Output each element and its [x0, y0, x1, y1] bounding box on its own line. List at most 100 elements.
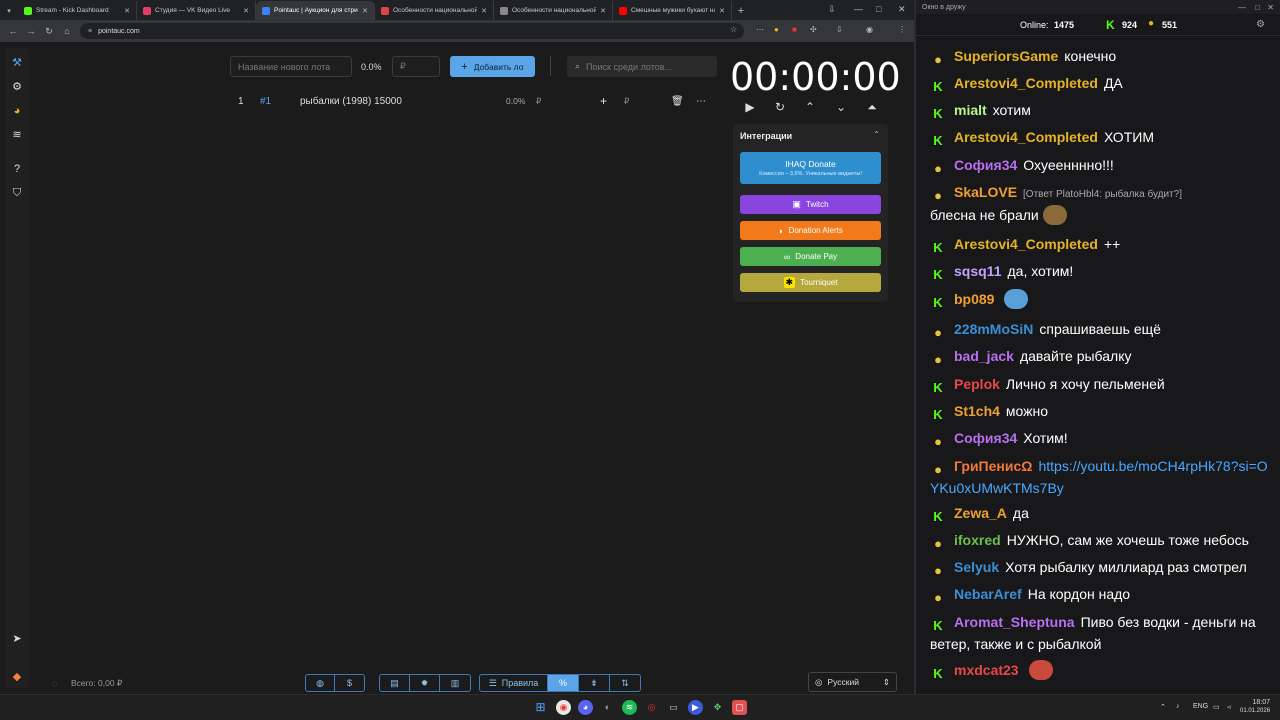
chat-username[interactable]: Arestovi4_Completed [954, 129, 1098, 145]
chat-username[interactable]: Selyuk [954, 559, 999, 575]
tourniquet-button[interactable]: ✱ Tourniquet [740, 273, 881, 292]
url-field[interactable]: ≡ pointauc.com [80, 23, 744, 39]
chat-username[interactable]: Arestovi4_Completed [954, 236, 1098, 252]
app-icon[interactable]: ✥ [710, 700, 725, 715]
steam-icon[interactable]: ◐ [600, 700, 615, 715]
extension-icon[interactable]: ⋯ [756, 25, 764, 34]
telegram-icon[interactable]: ➤ [10, 632, 24, 646]
chat-username[interactable]: ifoxred [954, 532, 1001, 548]
hide-eye-icon[interactable]: ◌ [52, 678, 57, 688]
chat-username[interactable]: Zewa_A [954, 505, 1007, 521]
menu-icon[interactable]: ⋮ [898, 25, 906, 34]
sort-icon[interactable]: ⇟ [579, 675, 610, 691]
swap-icon[interactable]: ⇅ [610, 675, 640, 691]
help-icon[interactable]: ? [10, 162, 24, 176]
tab-close-icon[interactable]: ✕ [243, 7, 249, 15]
bug-icon[interactable]: ✹ [410, 675, 440, 691]
add-amount-icon[interactable]: + [600, 94, 607, 108]
donation-alerts-button[interactable]: ◗ Donation Alerts [740, 221, 881, 240]
browser-tab[interactable]: Студия — VK Видео Live ✕ [137, 1, 256, 20]
lot-name[interactable]: рыбалки (1998) 15000 [300, 96, 402, 107]
back-icon[interactable]: ← [4, 26, 22, 36]
clock-date[interactable]: 01.01.2026 [1240, 708, 1270, 714]
language-select[interactable]: ◎ Русский ⇕ [808, 672, 897, 692]
tray-chevron-icon[interactable]: ⌃ [1160, 703, 1166, 711]
profile-icon[interactable]: ◉ [866, 25, 873, 34]
settings-gear-icon[interactable]: ⚙ [10, 80, 24, 94]
tab-close-icon[interactable]: ✕ [719, 7, 725, 15]
settings-gear-icon[interactable]: ⚙ [1256, 19, 1265, 30]
shield-icon[interactable]: ⛉ [10, 186, 24, 200]
chat-username[interactable]: ГриПенисΩ [954, 458, 1032, 474]
donate-pay-button[interactable]: ∞ Donate Pay [740, 247, 881, 266]
chrome-icon[interactable]: ◉ [556, 700, 571, 715]
save-icon[interactable]: ▤ [380, 675, 410, 691]
clear-icon[interactable]: ▥ [440, 675, 470, 691]
windows-start-icon[interactable]: ⊞ [533, 700, 548, 715]
layers-icon[interactable]: ≋ [10, 128, 24, 142]
site-info-icon[interactable]: ≡ [88, 28, 92, 35]
ihaq-donate-button[interactable]: IHAQ Donate Комиссия – 3,5%. Уникальные … [740, 152, 881, 184]
tab-close-icon[interactable]: ✕ [481, 7, 487, 15]
collapse-caret-icon[interactable]: ⌃ [873, 130, 880, 139]
browser-tab[interactable]: Stream - Kick Dashboard ✕ [18, 1, 137, 20]
new-tab-button[interactable]: + [732, 1, 750, 20]
download-icon[interactable]: ⇩ [836, 25, 843, 34]
tab-close-icon[interactable]: ✕ [362, 7, 368, 15]
reset-icon[interactable]: ↻ [772, 100, 788, 114]
extension-icon[interactable]: ■ [792, 25, 797, 34]
logo-icon[interactable]: ◆ [10, 670, 24, 684]
delete-trash-icon[interactable]: 🗑 [671, 96, 684, 107]
close-window-icon[interactable]: ✕ [898, 4, 906, 15]
minimize-icon[interactable]: — [854, 4, 863, 14]
microphone-icon[interactable]: ♪ [1176, 703, 1180, 710]
chat-username[interactable]: Aromat_Sheptuna [954, 614, 1075, 630]
volume-icon[interactable]: ◃ [1227, 703, 1231, 711]
chevron-down-icon[interactable]: ⌄ [833, 100, 849, 114]
chat-username[interactable]: NebarAref [954, 586, 1022, 602]
chat-username[interactable]: Arestovi4_Completed [954, 75, 1098, 91]
chat-username[interactable]: София34 [954, 430, 1017, 446]
chat-username[interactable]: Peplok [954, 376, 1000, 392]
chat-username[interactable]: bp089 [954, 291, 994, 307]
auction-hammer-icon[interactable]: ⚒ [10, 56, 24, 70]
downloads-icon[interactable]: ⇩ [828, 4, 836, 15]
extension-icon[interactable]: ● [774, 25, 779, 34]
rules-button[interactable]: ☰ Правила [480, 675, 548, 691]
chat-username[interactable]: mialt [954, 102, 987, 118]
spotify-icon[interactable]: ≋ [622, 700, 637, 715]
github-icon[interactable]: ◍ [306, 675, 335, 691]
tab-search-icon[interactable]: ▾ [0, 1, 18, 20]
chat-username[interactable]: mxdcat23 [954, 662, 1019, 678]
new-lot-amount-input[interactable]: ₽ [392, 56, 440, 77]
chat-username[interactable]: bad_jack [954, 348, 1014, 364]
tab-close-icon[interactable]: ✕ [600, 7, 606, 15]
app-icon[interactable]: ▶ [688, 700, 703, 715]
browser-tab[interactable]: Смешные мужики бухают на рыбалке ✕ [613, 1, 732, 20]
percent-toggle-icon[interactable]: % [548, 675, 579, 691]
close-window-icon[interactable]: ✕ [1267, 3, 1274, 12]
network-icon[interactable]: ▭ [1213, 703, 1220, 711]
twitch-button[interactable]: ▣ Twitch [740, 195, 881, 214]
tab-close-icon[interactable]: ✕ [124, 7, 130, 15]
chat-username[interactable]: SuperiorsGame [954, 48, 1058, 64]
double-chevron-up-icon[interactable]: ⏶ [864, 100, 880, 115]
browser-tab[interactable]: Особенности национальной рыбалки✕ [494, 1, 613, 20]
chevron-up-icon[interactable]: ⌃ [802, 100, 818, 114]
lot-search-input[interactable]: ⌕ Поиск среди лотов... [567, 56, 717, 77]
discord-icon[interactable]: ◕ [578, 700, 593, 715]
forward-icon[interactable]: → [22, 26, 40, 36]
app-icon[interactable]: ▢ [732, 700, 747, 715]
add-lot-button[interactable]: + Добавить лот [450, 56, 535, 77]
maximize-icon[interactable]: □ [876, 4, 881, 14]
extensions-puzzle-icon[interactable]: ✣ [810, 25, 817, 34]
chat-username[interactable]: St1ch4 [954, 403, 1000, 419]
donate-dollar-icon[interactable]: $ [335, 675, 364, 691]
more-options-icon[interactable]: ⋯ [696, 96, 706, 107]
browser-tab-active[interactable]: Pointauc | Аукцион для стримеров ✕ [256, 1, 375, 20]
reload-icon[interactable]: ↻ [40, 26, 58, 37]
chat-username[interactable]: sqsq11 [954, 263, 1001, 279]
lot-id[interactable]: #1 [260, 96, 271, 107]
app-icon[interactable]: ▭ [666, 700, 681, 715]
tray-language[interactable]: ENG [1193, 703, 1208, 710]
